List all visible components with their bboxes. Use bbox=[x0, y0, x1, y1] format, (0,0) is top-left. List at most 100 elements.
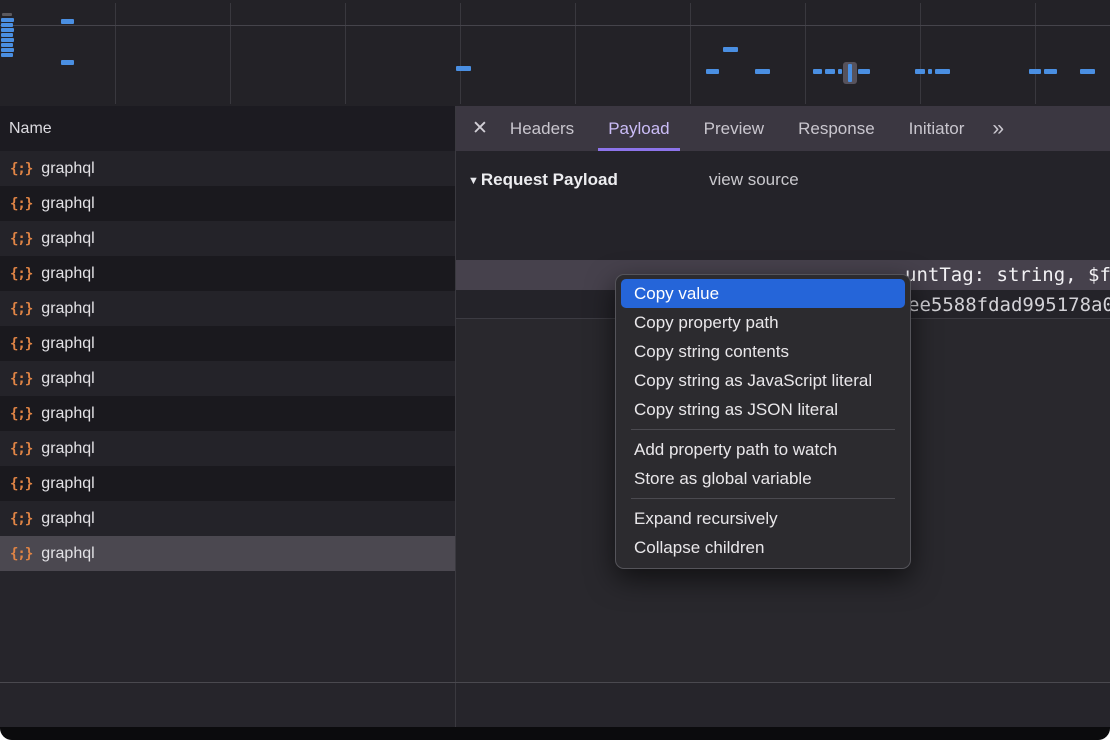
timeline-gridline bbox=[0, 25, 1110, 26]
network-activity-bar bbox=[813, 69, 822, 74]
request-name-label: graphql bbox=[41, 230, 94, 248]
network-request-row[interactable]: {;} graphql bbox=[0, 536, 455, 571]
json-braces-icon: {;} bbox=[10, 301, 32, 317]
panel-split-divider[interactable] bbox=[455, 106, 456, 727]
network-request-row[interactable]: {;} graphql bbox=[0, 361, 455, 396]
request-payload-toggle[interactable]: ▼Request Payload bbox=[468, 165, 618, 195]
network-activity-bar bbox=[2, 13, 12, 16]
section-expanded-triangle-icon: ▼ bbox=[468, 166, 479, 196]
menu-item-store-as-global-variable[interactable]: Store as global variable bbox=[621, 464, 905, 493]
network-activity-bar bbox=[1, 33, 13, 37]
network-request-row[interactable]: {;} graphql bbox=[0, 396, 455, 431]
json-braces-icon: {;} bbox=[10, 511, 32, 527]
json-braces-icon: {;} bbox=[10, 476, 32, 492]
menu-item-collapse-children[interactable]: Collapse children bbox=[621, 533, 905, 562]
query-row-right-text: untTag: string, $f bbox=[905, 260, 1110, 290]
network-activity-bar bbox=[1, 23, 13, 27]
timeline-gridline bbox=[460, 3, 461, 104]
menu-item-copy-property-path[interactable]: Copy property path bbox=[621, 308, 905, 337]
network-activity-bar bbox=[1, 28, 14, 32]
menu-item-add-property-path-to-watch[interactable]: Add property path to watch bbox=[621, 435, 905, 464]
network-request-row[interactable]: {;} graphql bbox=[0, 291, 455, 326]
timeline-gridline bbox=[1035, 3, 1036, 104]
request-name-label: graphql bbox=[41, 370, 94, 388]
selected-request-marker[interactable] bbox=[843, 62, 857, 84]
network-activity-bar bbox=[1, 18, 14, 22]
menu-item-copy-value[interactable]: Copy value bbox=[621, 279, 905, 308]
column-header-name[interactable]: Name bbox=[0, 106, 455, 151]
payload-root-row[interactable]: ▼{operationName: "ipFlowTimeseries", var… bbox=[456, 200, 1110, 230]
marker-bar-icon bbox=[848, 64, 852, 82]
request-name-label: graphql bbox=[41, 195, 94, 213]
menu-item-copy-string-contents[interactable]: Copy string contents bbox=[621, 337, 905, 366]
close-icon[interactable]: ✕ bbox=[472, 106, 488, 151]
variables-row-right-text: ee5588fdad995178a0 bbox=[908, 290, 1110, 320]
section-title: Request Payload bbox=[481, 170, 618, 189]
network-request-row[interactable]: {;} graphql bbox=[0, 256, 455, 291]
request-name-label: graphql bbox=[41, 440, 94, 458]
network-activity-bar bbox=[825, 69, 835, 74]
request-name-label: graphql bbox=[41, 335, 94, 353]
network-activity-bar bbox=[706, 69, 719, 74]
tab-headers[interactable]: Headers bbox=[500, 106, 584, 151]
network-activity-bar bbox=[1, 43, 13, 47]
network-activity-bar bbox=[61, 60, 74, 65]
devtools-network-panel: Name ✕ Headers Payload Preview Response Init… bbox=[0, 0, 1110, 740]
context-menu: Copy valueCopy property pathCopy string … bbox=[615, 274, 911, 569]
more-tabs-icon[interactable]: » bbox=[992, 106, 1002, 151]
json-braces-icon: {;} bbox=[10, 371, 32, 387]
network-request-row[interactable]: {;}graphql bbox=[0, 431, 455, 466]
view-source-link[interactable]: view source bbox=[709, 165, 799, 195]
network-activity-bar bbox=[858, 69, 870, 74]
network-request-row[interactable]: {;} graphql bbox=[0, 221, 455, 256]
request-name-label: graphql bbox=[41, 300, 94, 318]
network-request-row[interactable]: {;} graphql bbox=[0, 151, 455, 186]
network-activity-bar bbox=[1, 38, 14, 42]
timeline-gridline bbox=[805, 3, 806, 104]
menu-separator bbox=[631, 498, 895, 499]
json-braces-icon: {;} bbox=[10, 546, 32, 562]
json-braces-icon: {;} bbox=[10, 336, 32, 352]
tab-preview[interactable]: Preview bbox=[694, 106, 774, 151]
network-request-row[interactable]: {;} graphql bbox=[0, 466, 455, 501]
network-request-row[interactable]: {;} graphql bbox=[0, 501, 455, 536]
network-activity-bar bbox=[755, 69, 770, 74]
network-activity-bar bbox=[456, 66, 471, 71]
menu-item-expand-recursively[interactable]: Expand recursively bbox=[621, 504, 905, 533]
network-activity-bar bbox=[1080, 69, 1095, 74]
network-activity-bar bbox=[723, 47, 738, 52]
network-overview-timeline[interactable] bbox=[0, 0, 1110, 106]
network-activity-bar bbox=[1029, 69, 1041, 74]
network-activity-bar bbox=[915, 69, 925, 74]
request-name-label: graphql bbox=[41, 160, 94, 178]
network-request-row[interactable]: {;} graphql bbox=[0, 326, 455, 361]
network-activity-bar bbox=[61, 19, 74, 24]
request-name-label: graphql bbox=[41, 475, 94, 493]
window-bottom-edge bbox=[0, 727, 1110, 740]
request-name-label: graphql bbox=[41, 545, 94, 563]
json-braces-icon: {;} bbox=[10, 231, 32, 247]
json-braces-icon: {;} bbox=[10, 161, 32, 177]
tab-payload[interactable]: Payload bbox=[598, 106, 679, 151]
request-name-label: graphql bbox=[41, 510, 94, 528]
menu-separator bbox=[631, 429, 895, 430]
timeline-gridline bbox=[230, 3, 231, 104]
tabs-slot: Headers Payload Preview Response Initiator bbox=[500, 106, 988, 151]
tab-response[interactable]: Response bbox=[788, 106, 885, 151]
horizontal-divider bbox=[0, 682, 1110, 683]
json-braces-icon: {;} bbox=[10, 196, 32, 212]
network-activity-bar bbox=[1, 53, 13, 57]
timeline-gridline bbox=[345, 3, 346, 104]
timeline-gridline bbox=[575, 3, 576, 104]
detail-tab-bar: ✕ Headers Payload Preview Response Initiator… bbox=[455, 106, 1110, 151]
json-braces-icon: {;} bbox=[10, 266, 32, 282]
tab-initiator[interactable]: Initiator bbox=[899, 106, 975, 151]
json-braces-icon: {;} bbox=[10, 406, 32, 422]
network-request-row[interactable]: {;} graphql bbox=[0, 186, 455, 221]
menu-item-copy-string-as-json-literal[interactable]: Copy string as JSON literal bbox=[621, 395, 905, 424]
payload-operationname-row[interactable]: operationName: "ipFlowTimeseries" bbox=[456, 230, 1110, 260]
request-name-label: graphql bbox=[41, 265, 94, 283]
menu-item-copy-string-as-javascript-literal[interactable]: Copy string as JavaScript literal bbox=[621, 366, 905, 395]
network-activity-bar bbox=[1, 48, 14, 52]
request-name-label: graphql bbox=[41, 405, 94, 423]
